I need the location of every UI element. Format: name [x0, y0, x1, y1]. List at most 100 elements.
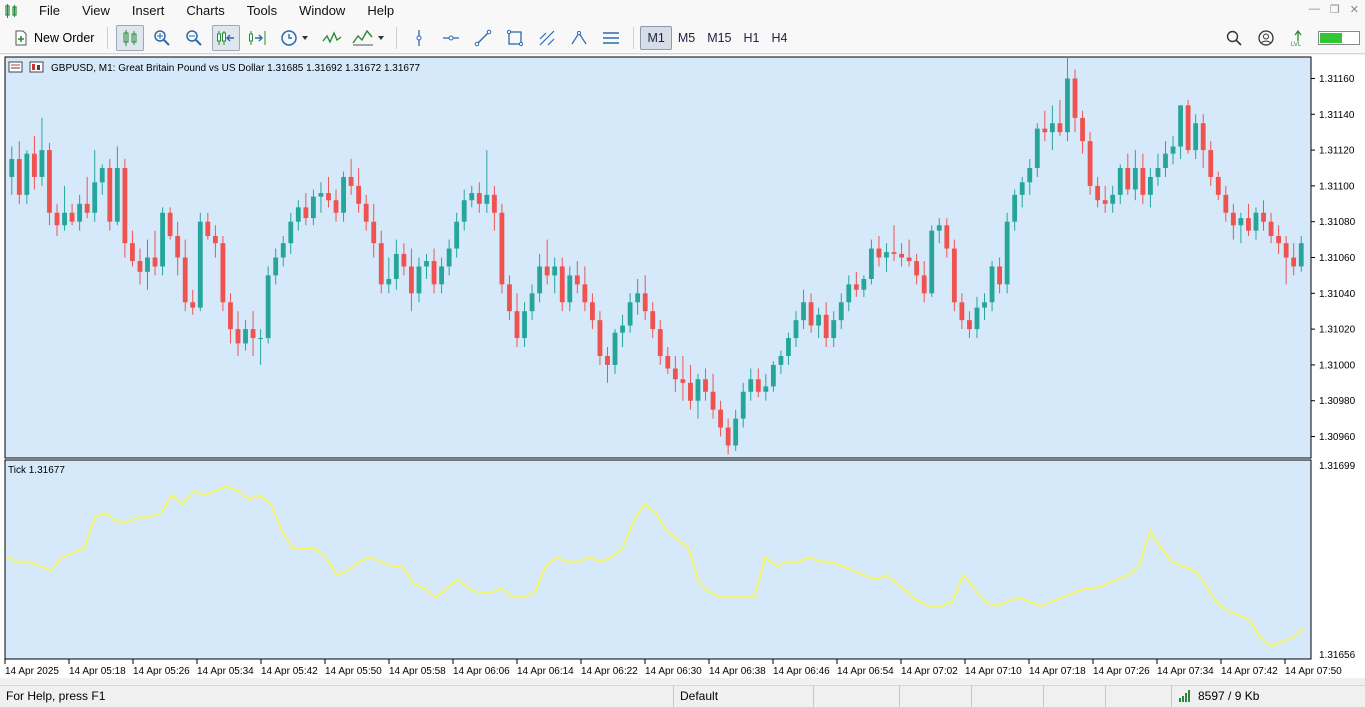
timeframe-m5[interactable]: M5 — [672, 26, 701, 50]
candle-body — [936, 225, 942, 231]
zoom-in-button[interactable] — [148, 25, 176, 51]
toolbar-separator — [633, 26, 635, 49]
candle-body — [39, 150, 45, 177]
candle-body — [921, 275, 927, 294]
indicators-button[interactable] — [318, 25, 346, 51]
candle-body — [1065, 78, 1070, 133]
candle-body — [748, 379, 754, 392]
templates-button[interactable] — [350, 25, 388, 51]
candle-body — [861, 278, 867, 290]
candle-body — [333, 200, 339, 213]
price-axis-label: 1.30980 — [1319, 396, 1356, 407]
candle-body — [816, 314, 822, 326]
zoom-out-button[interactable] — [180, 25, 208, 51]
candle-body — [145, 257, 150, 272]
candle-body — [1042, 128, 1048, 133]
periodicity-button[interactable] — [276, 25, 314, 51]
candle-body — [1110, 194, 1116, 204]
search-icon — [1226, 30, 1242, 46]
timeframe-h1[interactable]: H1 — [738, 26, 766, 50]
candle-body — [92, 182, 98, 213]
chart-shift-button[interactable] — [244, 25, 272, 51]
chart-properties-icon[interactable] — [8, 61, 23, 73]
candle-body — [303, 207, 309, 219]
candle-body — [182, 257, 188, 303]
price-axis-label: 1.31040 — [1319, 289, 1356, 300]
new-order-button[interactable]: New Order — [8, 25, 99, 51]
time-axis-label: 14 Apr 05:42 — [261, 666, 318, 677]
signal-button[interactable]: LVL — [1284, 25, 1312, 51]
candle — [951, 239, 957, 312]
price-axis-label: 1.30960 — [1319, 432, 1356, 443]
time-axis-label: 14 Apr 07:02 — [901, 666, 958, 677]
price-axis-label: 1.31160 — [1319, 74, 1355, 85]
menu-help[interactable]: Help — [356, 0, 405, 22]
candle-body — [484, 194, 490, 204]
candle-body — [220, 243, 226, 303]
account-button[interactable] — [1252, 25, 1280, 51]
candle-body — [476, 193, 482, 204]
candle-body — [341, 176, 346, 213]
candle-body — [288, 221, 294, 244]
candle — [220, 236, 226, 312]
chart-canvas[interactable]: 1.31160 1.31140 1.31120 1.31100 1.31080 1.310… — [0, 55, 1365, 678]
candle-body — [868, 248, 874, 279]
candle-body — [891, 252, 897, 254]
rectangle-button[interactable] — [501, 25, 529, 51]
candle-body — [1132, 167, 1138, 190]
candle-body — [951, 248, 957, 303]
candle-body — [9, 159, 15, 177]
candle-body — [469, 193, 475, 201]
candle-body — [1246, 218, 1251, 231]
search-button[interactable] — [1220, 25, 1248, 51]
candle — [499, 203, 505, 294]
candle-body — [1102, 200, 1108, 204]
status-traffic[interactable]: 8597 / 9 Kb — [1172, 689, 1259, 703]
trendline-button[interactable] — [469, 25, 497, 51]
candle-body — [507, 284, 512, 312]
candle-body — [1080, 117, 1085, 142]
candle-body — [1095, 185, 1101, 201]
vertical-line-button[interactable] — [405, 25, 433, 51]
status-bar: For Help, press F1 Default 8597 / 9 Kb — [0, 685, 1365, 707]
candle-body — [190, 302, 196, 308]
minimize-icon[interactable]: — — [1309, 3, 1320, 16]
timeframe-m15[interactable]: M15 — [701, 26, 737, 50]
close-icon[interactable]: ✕ — [1350, 3, 1359, 16]
time-axis-label: 14 Apr 07:26 — [1093, 666, 1150, 677]
candle-body — [1253, 212, 1259, 231]
time-axis-label: 14 Apr 06:14 — [517, 666, 574, 677]
horizontal-line-button[interactable] — [437, 25, 465, 51]
candles-button[interactable] — [116, 24, 145, 51]
objects-menu-button[interactable] — [597, 25, 625, 51]
timeframe-h4[interactable]: H4 — [766, 26, 794, 50]
autoscroll-button[interactable] — [212, 24, 241, 51]
candle-body — [1148, 176, 1153, 195]
menu-tools[interactable]: Tools — [236, 0, 288, 22]
price-axis-label: 1.31020 — [1319, 325, 1356, 336]
timeframe-m1[interactable]: M1 — [640, 25, 672, 50]
status-cell — [972, 685, 1044, 707]
candle-body — [982, 302, 987, 308]
fibonacci-button[interactable] — [533, 25, 561, 51]
channel-button[interactable] — [565, 25, 593, 51]
candle-body — [197, 221, 203, 308]
candle-body — [107, 167, 113, 222]
menu-file[interactable]: File — [28, 0, 71, 22]
candle-body — [725, 427, 731, 446]
chart-trade-icon[interactable] — [29, 61, 44, 73]
menu-window[interactable]: Window — [288, 0, 356, 22]
candle-body — [1178, 105, 1183, 147]
candle-body — [899, 253, 904, 258]
menu-view[interactable]: View — [71, 0, 121, 22]
indicator-pane[interactable] — [4, 459, 1312, 660]
candle-body — [310, 196, 316, 219]
candle-body — [1057, 123, 1063, 133]
status-cell — [1106, 685, 1172, 707]
menu-charts[interactable]: Charts — [175, 0, 235, 22]
candle-body — [959, 302, 965, 321]
menu-insert[interactable]: Insert — [121, 0, 176, 22]
svg-text:LVL: LVL — [1291, 42, 1302, 47]
toolbar-separator — [396, 26, 398, 49]
restore-icon[interactable]: ❐ — [1330, 3, 1340, 16]
